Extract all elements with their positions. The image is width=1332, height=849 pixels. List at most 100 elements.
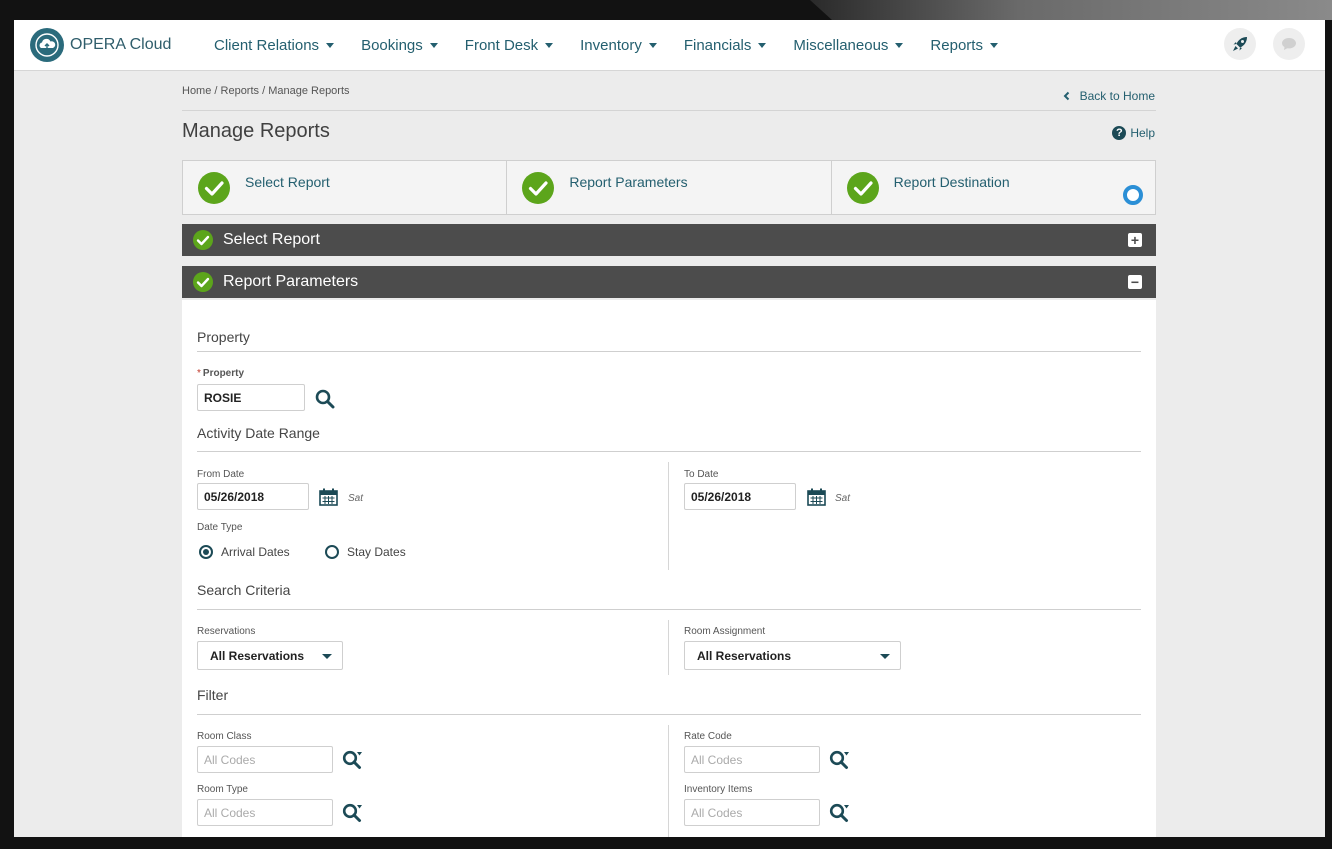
to-date-label: To Date (684, 469, 719, 480)
activity-date-range-heading: Activity Date Range (197, 425, 320, 441)
chat-button[interactable] (1273, 28, 1305, 60)
from-day-label: Sat (348, 493, 364, 504)
check-circle-icon (198, 172, 230, 204)
caret-down-icon (326, 42, 335, 48)
rocket-icon (1233, 37, 1247, 51)
check-circle-icon (522, 172, 555, 204)
calendar-icon[interactable] (807, 488, 826, 506)
select-value: All Reservations (697, 648, 792, 663)
back-to-home-link[interactable]: Back to Home (1062, 89, 1155, 103)
inventory-items-input[interactable]: All Codes (684, 799, 820, 826)
room-assignment-select[interactable]: All Reservations (684, 641, 901, 670)
app-window: OPERA Cloud Client Relations Bookings Fr… (14, 20, 1325, 837)
nav-financials[interactable]: Financials (684, 37, 767, 54)
wizard-steps: Select Report Report Parameters Report D… (182, 160, 1156, 215)
radio-label: Stay Dates (347, 545, 406, 559)
section-title: Select Report (223, 231, 320, 248)
caret-down-icon (545, 42, 554, 48)
divider (197, 451, 1141, 452)
check-circle-icon (193, 272, 213, 292)
search-codes-icon[interactable] (829, 750, 850, 770)
date-type-label: Date Type (197, 522, 243, 533)
top-navbar: OPERA Cloud Client Relations Bookings Fr… (14, 20, 1325, 71)
chevron-left-icon (1063, 91, 1069, 101)
search-icon[interactable] (315, 389, 335, 409)
search-codes-icon[interactable] (342, 750, 363, 770)
step-report-destination[interactable]: Report Destination (832, 161, 1155, 214)
nav-label: Miscellaneous (793, 36, 889, 54)
select-value: All Reservations (210, 648, 305, 663)
background-wedge (810, 0, 1332, 20)
main-content: Home / Reports / Manage Reports Back to … (181, 70, 1156, 837)
step-label: Report Destination (893, 174, 1010, 190)
caret-down-icon (648, 42, 657, 48)
divider (182, 110, 1156, 111)
nav-client-relations[interactable]: Client Relations (214, 37, 335, 54)
room-class-label: Room Class (197, 731, 252, 742)
nav-label: Financials (683, 36, 752, 54)
section-report-parameters-header[interactable]: Report Parameters − (182, 266, 1156, 298)
radio-label: Arrival Dates (221, 545, 290, 559)
column-divider (668, 620, 669, 675)
step-label: Report Parameters (569, 174, 688, 190)
nav-reports[interactable]: Reports (930, 37, 998, 54)
brand[interactable]: OPERA Cloud (30, 28, 171, 62)
to-date-input[interactable]: 05/26/2018 (684, 483, 796, 510)
calendar-icon[interactable] (319, 488, 338, 506)
nav-label: Front Desk (464, 36, 539, 54)
expand-plus-icon[interactable]: + (1128, 233, 1142, 247)
current-step-indicator (1122, 185, 1143, 205)
cloud-logo-icon (30, 28, 64, 62)
search-criteria-heading: Search Criteria (197, 582, 291, 598)
section-select-report-header[interactable]: Select Report + (182, 224, 1156, 256)
divider (197, 609, 1141, 610)
column-divider (668, 725, 669, 837)
nav-miscellaneous[interactable]: Miscellaneous (793, 36, 904, 54)
main-menu: Client Relations Bookings Front Desk Inv… (214, 20, 1025, 70)
nav-inventory[interactable]: Inventory (580, 37, 657, 54)
room-assignment-label: Room Assignment (684, 626, 766, 637)
step-report-parameters[interactable]: Report Parameters (507, 161, 832, 214)
room-class-input[interactable]: All Codes (197, 746, 333, 773)
room-type-input[interactable]: All Codes (197, 799, 333, 826)
report-parameters-panel: Property * Property ROSIE Activity Date R… (182, 300, 1156, 837)
breadcrumb[interactable]: Home / Reports / Manage Reports (182, 85, 350, 97)
step-label: Select Report (245, 174, 330, 190)
reservations-select[interactable]: All Reservations (197, 641, 343, 670)
caret-down-icon (880, 654, 890, 659)
rocket-button[interactable] (1224, 28, 1256, 60)
nav-front-desk[interactable]: Front Desk (464, 36, 554, 54)
radio-stay-dates[interactable]: Stay Dates (325, 545, 406, 559)
room-type-label: Room Type (197, 784, 248, 795)
filter-heading: Filter (197, 687, 229, 703)
property-heading: Property (197, 329, 250, 345)
nav-label: Reports (930, 36, 983, 54)
rate-code-input[interactable]: All Codes (684, 746, 820, 773)
search-codes-icon[interactable] (829, 803, 850, 823)
step-select-report[interactable]: Select Report (183, 161, 508, 214)
collapse-minus-icon[interactable]: − (1128, 275, 1142, 289)
caret-down-icon (758, 42, 767, 48)
from-date-label: From Date (197, 469, 245, 480)
radio-arrival-dates[interactable]: Arrival Dates (199, 545, 290, 559)
nav-bookings[interactable]: Bookings (361, 37, 438, 54)
caret-down-icon (429, 42, 438, 48)
column-divider (668, 462, 669, 570)
back-link-label: Back to Home (1079, 89, 1155, 103)
to-day-label: Sat (835, 493, 851, 504)
divider (197, 714, 1141, 715)
from-date-input[interactable]: 05/26/2018 (197, 483, 309, 510)
radio-selected (199, 545, 213, 559)
section-title: Report Parameters (223, 273, 359, 290)
caret-down-icon (895, 42, 904, 48)
brand-name: OPERA Cloud (70, 36, 172, 53)
page-title: Manage Reports (182, 120, 330, 142)
reservations-label: Reservations (197, 626, 256, 637)
required-asterisk: * (197, 368, 201, 379)
help-link[interactable]: ? Help (1112, 126, 1155, 140)
divider (197, 351, 1141, 352)
caret-down-icon (322, 654, 332, 659)
search-codes-icon[interactable] (342, 803, 363, 823)
rate-code-label: Rate Code (684, 731, 732, 742)
property-input[interactable]: ROSIE (197, 384, 305, 411)
